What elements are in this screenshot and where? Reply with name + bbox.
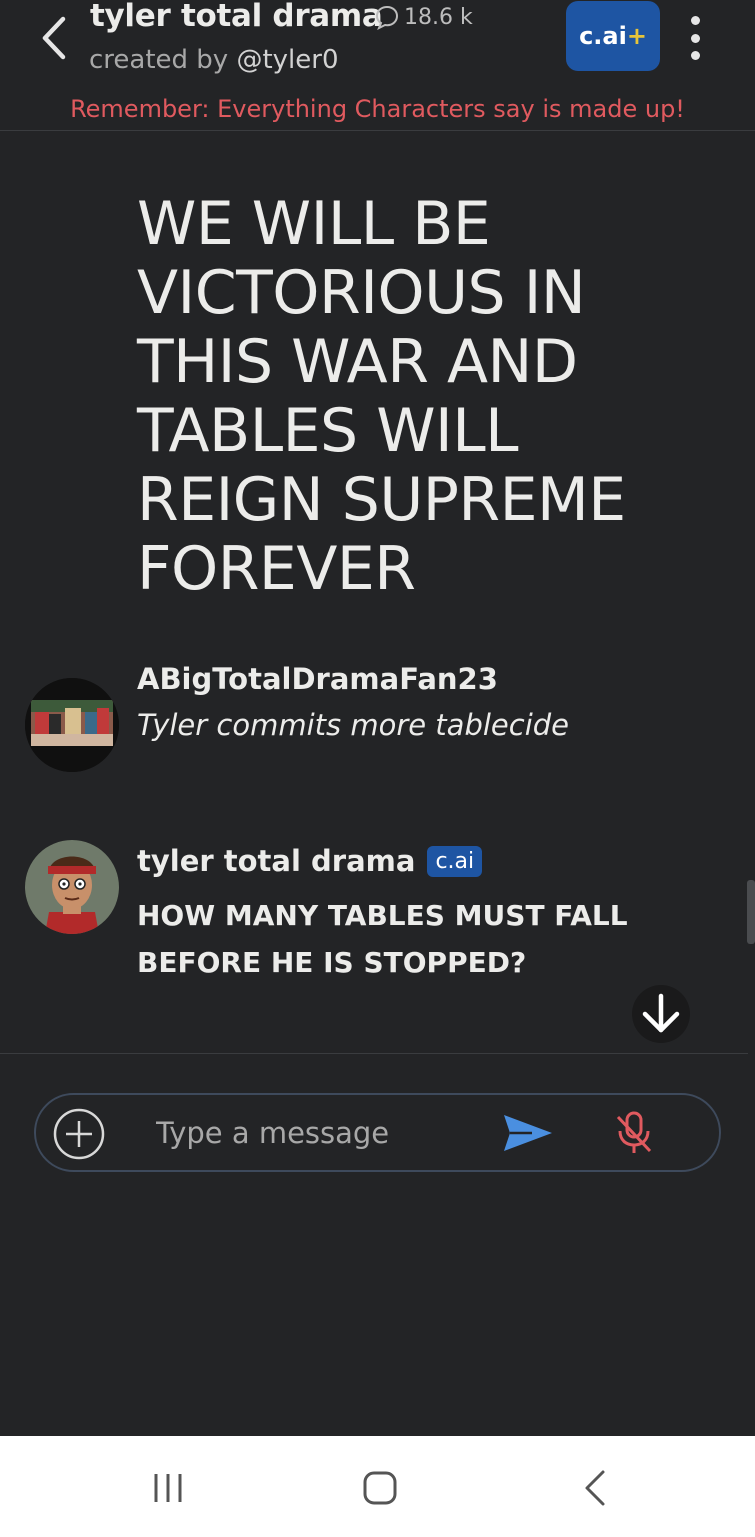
- user-avatar[interactable]: [25, 678, 119, 772]
- send-button[interactable]: [502, 1111, 556, 1155]
- user-sender-label: ABigTotalDramaFan23: [137, 662, 498, 696]
- kebab-dot: [690, 33, 700, 43]
- creator-line: created by @tyler0: [89, 45, 339, 75]
- bot-message-text: HOW MANY TABLES MUST FALL BEFORE HE IS S…: [137, 899, 628, 979]
- kebab-dot: [690, 16, 700, 25]
- cai-badge: c.ai: [427, 845, 483, 877]
- plus-circle-icon: [53, 1108, 105, 1160]
- bot-message-large: WE WILL BE VICTORIOUS IN THIS WAR AND TA…: [137, 189, 626, 604]
- scroll-to-bottom-button[interactable]: [632, 985, 690, 1043]
- user-sender-name[interactable]: ABigTotalDramaFan23: [137, 662, 498, 696]
- bot-avatar[interactable]: [25, 840, 119, 934]
- send-icon: [504, 1115, 552, 1151]
- cai-plus-button[interactable]: c.ai +: [566, 1, 660, 71]
- cai-plus-sign: +: [626, 22, 647, 50]
- bot-avatar-image: [25, 840, 119, 934]
- android-nav-bar: [0, 1436, 755, 1537]
- bot-sender-label: tyler total drama: [137, 844, 416, 878]
- arrow-down-icon: [642, 993, 680, 1033]
- recent-apps-icon: [154, 1474, 182, 1502]
- back-button[interactable]: [32, 12, 76, 64]
- chevron-left-icon: [42, 16, 66, 60]
- chat-bubble-icon: [375, 5, 399, 30]
- message-input[interactable]: [156, 1109, 476, 1157]
- mic-off-icon: [616, 1111, 652, 1153]
- home-button[interactable]: [358, 1466, 402, 1510]
- user-message-text: Tyler commits more tablecide: [137, 708, 570, 742]
- created-by-label: created by: [89, 45, 229, 75]
- mic-button[interactable]: [610, 1109, 658, 1157]
- creator-handle[interactable]: @tyler0: [236, 45, 338, 75]
- bot-sender-name[interactable]: tyler total drama c.ai: [137, 844, 483, 878]
- home-icon: [363, 1471, 397, 1505]
- add-button[interactable]: [52, 1107, 106, 1161]
- message-composer: [34, 1093, 721, 1172]
- character-name[interactable]: tyler total drama: [90, 0, 383, 34]
- composer-divider: [0, 1053, 748, 1054]
- user-avatar-image: [25, 678, 119, 772]
- chat-header: tyler total drama 18.6 k created by @tyl…: [0, 0, 755, 131]
- chat-count-value: 18.6 k: [404, 4, 473, 30]
- scrollbar-thumb[interactable]: [747, 880, 755, 944]
- recent-apps-button[interactable]: [146, 1466, 190, 1510]
- kebab-dot: [690, 51, 700, 60]
- chat-count: 18.6 k: [374, 4, 473, 30]
- disclaimer-text: Remember: Everything Characters say is m…: [70, 95, 685, 123]
- cai-plus-label: c.ai: [579, 22, 627, 50]
- system-back-icon: [585, 1470, 605, 1506]
- system-back-button[interactable]: [572, 1466, 616, 1510]
- kebab-menu-icon[interactable]: [680, 16, 710, 60]
